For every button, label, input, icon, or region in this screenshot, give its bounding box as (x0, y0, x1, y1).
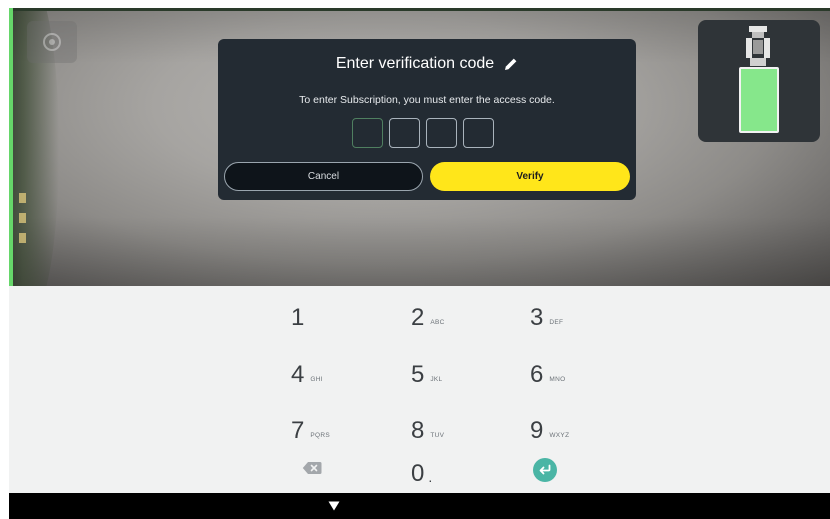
vehicle-body (739, 67, 779, 133)
key-digit: 8 (411, 417, 425, 444)
numeric-keypad: 1 2 ABC 3 DEF 4 GHI 5 JKL 6 MNO 7 PQRS 8… (9, 286, 830, 493)
key-7[interactable]: 7 PQRS (291, 411, 391, 451)
key-5[interactable]: 5 JKL (411, 355, 511, 395)
code-input-row (352, 118, 494, 148)
dialog-message: To enter Subscription, you must enter th… (299, 94, 555, 106)
code-digit-input[interactable] (463, 118, 494, 148)
code-digit-input[interactable] (352, 118, 383, 148)
cancel-button[interactable]: Cancel (224, 162, 423, 191)
dialog-title: Enter verification code (335, 55, 495, 72)
dialog-title-row: Enter verification code (218, 53, 636, 75)
key-3[interactable]: 3 DEF (530, 298, 630, 338)
key-letters: WXYZ (549, 431, 570, 439)
key-digit: 9 (530, 417, 544, 444)
pencil-icon[interactable] (504, 57, 518, 71)
key-letters: DEF (549, 318, 564, 326)
key-8[interactable]: 8 TUV (411, 411, 511, 451)
code-digit-input[interactable] (426, 118, 457, 148)
screen: Enter verification code To enter Subscri… (9, 8, 830, 519)
verification-dialog: Enter verification code To enter Subscri… (218, 39, 636, 200)
key-letters: TUV (430, 431, 445, 439)
verify-button[interactable]: Verify (430, 162, 630, 191)
key-4[interactable]: 4 GHI (291, 355, 391, 395)
key-digit: 2 (411, 304, 425, 331)
backspace-key[interactable] (297, 456, 327, 480)
key-letters: MNO (549, 375, 566, 383)
enter-key[interactable] (533, 458, 557, 482)
key-9[interactable]: 9 WXYZ (530, 411, 630, 451)
camera-edge-mark (19, 213, 26, 223)
backspace-icon (302, 462, 322, 474)
key-digit: 0 (411, 460, 425, 487)
camera-icon (43, 33, 61, 51)
code-digit-input[interactable] (389, 118, 420, 148)
key-6[interactable]: 6 MNO (530, 355, 630, 395)
camera-edge-mark (19, 193, 26, 203)
camera-top-edge (9, 8, 830, 11)
key-letters: ABC (430, 318, 445, 326)
key-digit: 5 (411, 361, 425, 388)
key-digit: 3 (530, 304, 544, 331)
key-letters: JKL (430, 375, 443, 383)
key-dot: . (428, 469, 433, 485)
key-letters: PQRS (310, 431, 330, 439)
chevron-down-icon (328, 501, 340, 511)
vehicle-indicator (698, 20, 820, 142)
key-digit: 4 (291, 361, 305, 388)
enter-icon (539, 464, 551, 475)
key-1[interactable]: 1 (291, 298, 391, 338)
camera-toggle-button[interactable] (27, 21, 77, 63)
camera-edge-mark (19, 233, 26, 243)
key-digit: 6 (530, 361, 544, 388)
camera-view: Enter verification code To enter Subscri… (9, 8, 830, 286)
key-0[interactable]: 0 . (411, 454, 511, 494)
navigation-bar (9, 493, 830, 519)
key-2[interactable]: 2 ABC (411, 298, 511, 338)
key-digit: 1 (291, 304, 305, 331)
key-digit: 7 (291, 417, 305, 444)
camera-green-edge (9, 8, 13, 286)
key-letters: GHI (310, 375, 323, 383)
hide-keyboard-button[interactable] (327, 499, 341, 513)
